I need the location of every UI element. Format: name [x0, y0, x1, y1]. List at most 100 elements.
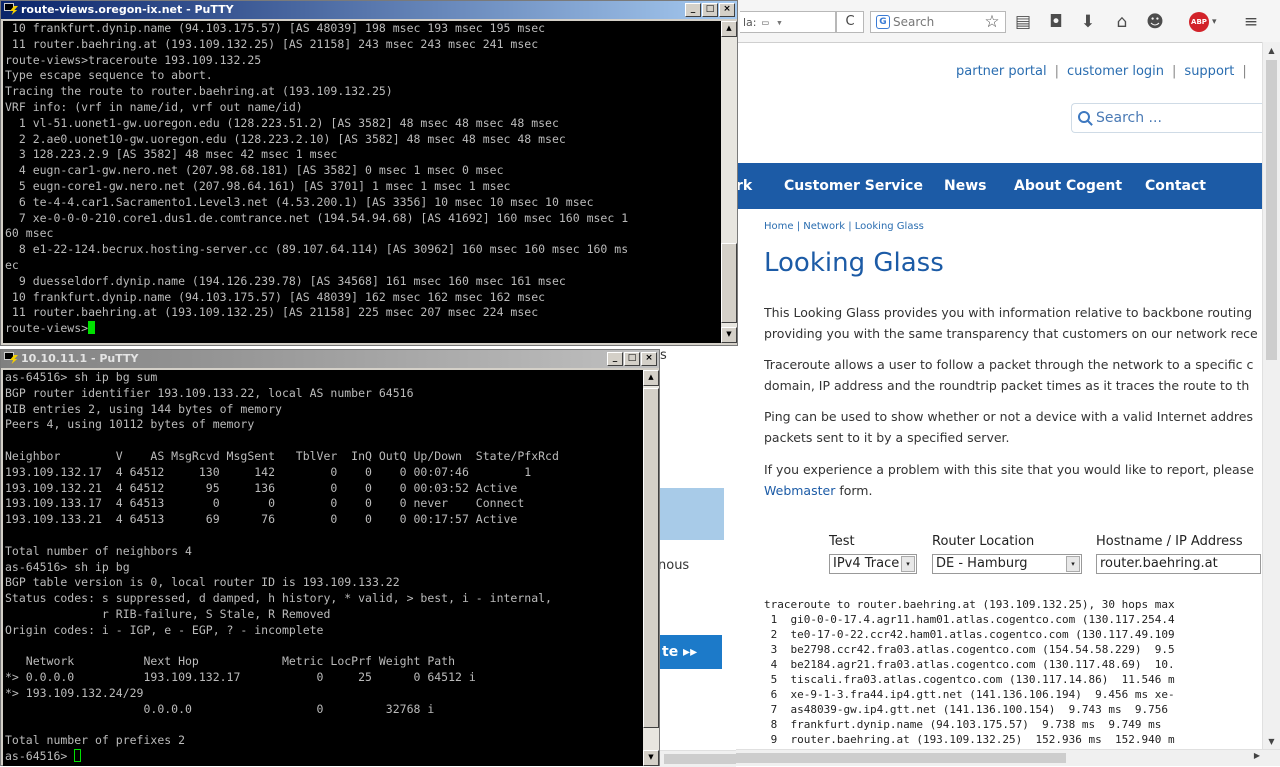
window-titlebar[interactable]: route-views.oregon-ix.net - PuTTY _ □ ×: [1, 1, 737, 19]
scroll-up-icon[interactable]: ▲: [721, 21, 737, 37]
url-text: la:: [743, 16, 757, 29]
breadcrumb[interactable]: Home | Network | Looking Glass: [764, 221, 924, 232]
hostname-input[interactable]: router.baehring.at: [1096, 554, 1261, 574]
hostname-label: Hostname / IP Address: [1096, 534, 1243, 549]
pocket-icon[interactable]: ◘: [1044, 10, 1068, 34]
scroll-right-icon[interactable]: ▶: [1254, 751, 1260, 760]
menu-icon[interactable]: ≡: [1239, 10, 1263, 34]
router-location-select[interactable]: DE - Hamburg ▾: [932, 554, 1082, 574]
page-vertical-scrollbar[interactable]: ▲ ▼: [1262, 42, 1280, 750]
putty-icon[interactable]: [4, 3, 18, 16]
terminal-line: Origin codes: i - IGP, e - EGP, ? - inco…: [5, 622, 324, 637]
chevron-down-icon: ▾: [901, 556, 915, 572]
customer-login-link[interactable]: customer login: [1067, 64, 1164, 79]
report-paragraph: If you experience a problem with this si…: [764, 459, 1264, 501]
scroll-thumb[interactable]: [643, 388, 659, 728]
page-horizontal-scrollbar[interactable]: [650, 750, 736, 767]
browser-search-placeholder: Search: [893, 15, 935, 29]
partner-portal-link[interactable]: partner portal: [956, 64, 1047, 79]
nav-contact[interactable]: Contact: [1145, 178, 1206, 194]
scroll-down-icon[interactable]: ▼: [1265, 735, 1278, 748]
scroll-thumb[interactable]: [1266, 60, 1277, 360]
terminal-line: 60 msec: [5, 226, 54, 241]
chat-icon[interactable]: ☻: [1143, 10, 1167, 34]
terminal-line: 3 128.223.2.9 [AS 3582] 48 msec 42 msec …: [5, 147, 338, 162]
bookmarks-list-icon[interactable]: ▤: [1011, 10, 1035, 34]
scroll-up-icon[interactable]: ▲: [643, 370, 659, 386]
terminal-line: as-64516> sh ip bg sum: [5, 370, 158, 384]
scroll-thumb[interactable]: [721, 243, 737, 323]
scroll-down-icon[interactable]: ▼: [721, 327, 737, 343]
terminal-line: *> 193.109.132.24/29: [5, 685, 144, 700]
terminal-line: Status codes: s suppressed, d damped, h …: [5, 591, 552, 606]
url-dropdown-icon[interactable]: ▾: [776, 16, 783, 29]
top-links: partner portal | customer login | support |: [956, 64, 1255, 79]
terminal-line: 193.109.133.21 4 64513 69 76 0 0 0 00:17…: [5, 512, 518, 527]
terminal-line: Total number of neighbors 4: [5, 543, 192, 558]
minimize-button[interactable]: _: [685, 3, 701, 17]
reader-view-icon[interactable]: ▭: [762, 16, 769, 29]
terminal-line: 193.109.133.17 4 64513 0 0 0 0 0 never C…: [5, 496, 525, 511]
traceroute-paragraph: Traceroute allows a user to follow a pac…: [764, 354, 1264, 396]
traceroute-line: 6 xe-9-1-3.fra44.ip4.gtt.net (141.136.10…: [764, 688, 1175, 701]
nav-customer-service[interactable]: Customer Service: [784, 178, 923, 194]
adblock-plus-icon[interactable]: ABP: [1189, 12, 1209, 32]
home-icon[interactable]: ⌂: [1110, 10, 1134, 34]
webmaster-link[interactable]: Webmaster: [764, 483, 835, 498]
google-search-icon: G: [876, 15, 890, 29]
scroll-down-icon[interactable]: ▼: [643, 750, 659, 766]
page-fragment-text: s: [660, 348, 667, 363]
test-select[interactable]: IPv4 Trace ▾: [829, 554, 917, 574]
close-button[interactable]: ×: [641, 352, 657, 366]
traceroute-line: 3 be2798.ccr42.fra03.atlas.cogentco.com …: [764, 643, 1175, 656]
chevron-down-icon: ▾: [1066, 556, 1080, 572]
page-fragment-text: nous: [658, 558, 690, 573]
terminal-line: *> 0.0.0.0 193.109.132.17 0 25 0 64512 i: [5, 670, 476, 685]
adblock-dropdown-icon[interactable]: ▾: [1212, 12, 1217, 32]
ping-paragraph: Ping can be used to show whether or not …: [764, 406, 1264, 448]
support-link[interactable]: support: [1184, 64, 1234, 79]
firefox-window: la: ▭ ▾ C G Search ☆ ▤ ◘ ⬇ ⌂ ☻ ABP ▾ ≡ pa…: [736, 0, 1280, 766]
terminal-scrollbar[interactable]: ▲ ▼: [721, 21, 737, 343]
terminal-output[interactable]: 10 frankfurt.dynip.name (94.103.175.57) …: [3, 21, 721, 343]
maximize-button[interactable]: □: [702, 3, 718, 17]
scroll-up-icon[interactable]: ▲: [1265, 44, 1278, 57]
close-button[interactable]: ×: [719, 3, 735, 17]
url-bar[interactable]: la: ▭ ▾: [740, 11, 836, 33]
putty-icon[interactable]: [4, 352, 18, 365]
window-title: route-views.oregon-ix.net - PuTTY: [21, 3, 234, 16]
terminal-line: Neighbor V AS MsgRcvd MsgSent TblVer InQ…: [5, 448, 559, 463]
terminal-line: r RIB-failure, S Stale, R Removed: [5, 606, 331, 621]
terminal-line: 5 eugn-core1-gw.nero.net (207.98.64.161)…: [5, 178, 511, 193]
nav-news[interactable]: News: [944, 178, 986, 194]
terminal-line: 1 vl-51.uonet1-gw.uoregon.edu (128.223.5…: [5, 115, 559, 130]
terminal-line: 6 te-4-4.car1.Sacramento1.Level3.net (4.…: [5, 194, 594, 209]
search-icon: [1078, 111, 1090, 123]
execute-button[interactable]: te ▸▸: [660, 635, 722, 669]
terminal-line: Type escape sequence to abort.: [5, 68, 213, 83]
scroll-thumb[interactable]: [736, 753, 1066, 763]
terminal-line: Total number of prefixes 2: [5, 733, 186, 748]
page-fragment-banner: [660, 488, 724, 540]
test-select-value: IPv4 Trace: [833, 556, 900, 571]
terminal-scrollbar[interactable]: ▲ ▼: [643, 370, 659, 766]
terminal-line: 0.0.0.0 0 32768 i: [5, 701, 435, 716]
reload-button[interactable]: C: [836, 11, 864, 33]
nav-about-cogent[interactable]: About Cogent: [1014, 178, 1122, 194]
download-icon[interactable]: ⬇: [1076, 10, 1100, 34]
maximize-button[interactable]: □: [624, 352, 640, 366]
prompt-text: as-64516>: [5, 749, 75, 764]
site-search-input[interactable]: Search ...: [1071, 103, 1271, 133]
webmaster-suffix: form.: [835, 483, 873, 498]
page-horizontal-scrollbar[interactable]: ▶: [736, 749, 1280, 766]
bookmark-star-icon[interactable]: ☆: [980, 10, 1004, 34]
window-titlebar[interactable]: 10.10.11.1 - PuTTY _ □ ×: [1, 350, 659, 368]
putty-window-router: 10.10.11.1 - PuTTY _ □ × as-64516> sh ip b…: [0, 349, 660, 766]
scroll-thumb[interactable]: [664, 754, 736, 764]
terminal-line: 2 2.ae0.uonet10-gw.uoregon.edu (128.223.…: [5, 131, 566, 146]
terminal-output[interactable]: as-64516> sh ip bg sum BGP router identif…: [3, 370, 643, 766]
nav-network[interactable]: rk: [736, 178, 752, 194]
minimize-button[interactable]: _: [607, 352, 623, 366]
terminal-line: VRF info: (vrf in name/id, vrf out name/…: [5, 99, 303, 114]
